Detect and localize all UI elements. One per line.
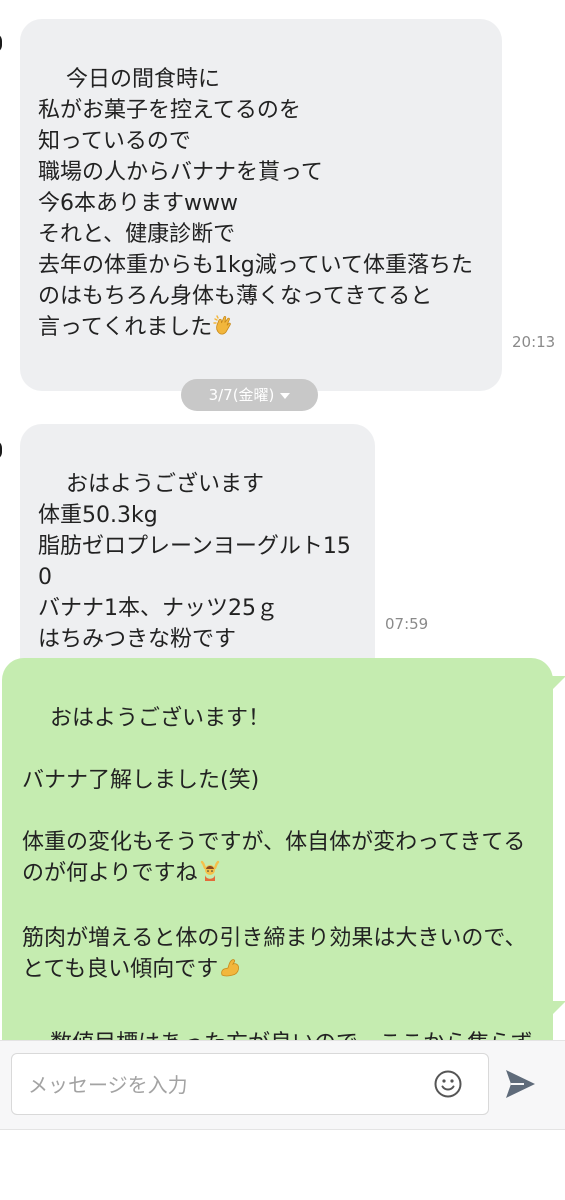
smiley-icon[interactable] (432, 1068, 464, 1100)
message-text: 筋肉が増えると体の引き締まり効果は大きいので、とても良い傾向です (22, 926, 527, 982)
bubble-tail (548, 676, 565, 694)
message-text: 数値目標はあった方が良いので、ここから焦らずペース乱さずやっていきましょう (22, 1031, 533, 1040)
message-text: おはようございます！ バナナ了解しました(笑) 体重の変化もそうですが、体自体が… (22, 706, 526, 886)
date-label: 3/7(金曜) (208, 386, 275, 404)
chevron-down-icon (280, 392, 291, 399)
bubble-tail (548, 1001, 565, 1019)
clapping-hands-icon (212, 313, 236, 346)
timestamp: 07:59 (385, 615, 429, 633)
message-bubble-outgoing[interactable]: 数値目標はあった方が良いので、ここから焦らずペース乱さずやっていきましょう (2, 983, 553, 1040)
person-raising-hands-icon (198, 859, 222, 892)
message-bubble-outgoing[interactable]: おはようございます！ バナナ了解しました(笑) 体重の変化もそうですが、体自体が… (2, 658, 553, 1033)
message-input[interactable] (26, 1054, 430, 1116)
avatar-edge (0, 440, 2, 460)
send-arrow-icon[interactable] (502, 1067, 538, 1101)
message-input-container[interactable] (11, 1053, 489, 1116)
avatar-edge (0, 33, 2, 53)
message-bubble-incoming[interactable]: 今日の間食時に 私がお菓子を控えてるのを 知っているので 職場の人からバナナを貰… (20, 19, 502, 391)
message-composer (0, 1040, 565, 1130)
bottom-spacer (0, 1130, 565, 1200)
date-separator[interactable]: 3/7(金曜) (181, 379, 318, 411)
message-text: 今日の間食時に 私がお菓子を控えてるのを 知っているので 職場の人からバナナを貰… (38, 67, 473, 340)
message-text: おはようございます 体重50.3kg 脂肪ゼロプレーンヨーグルト150 バナナ1… (38, 472, 351, 652)
timestamp: 20:13 (512, 333, 556, 351)
chat-history[interactable]: 今日の間食時に 私がお菓子を控えてるのを 知っているので 職場の人からバナナを貰… (0, 0, 565, 1040)
